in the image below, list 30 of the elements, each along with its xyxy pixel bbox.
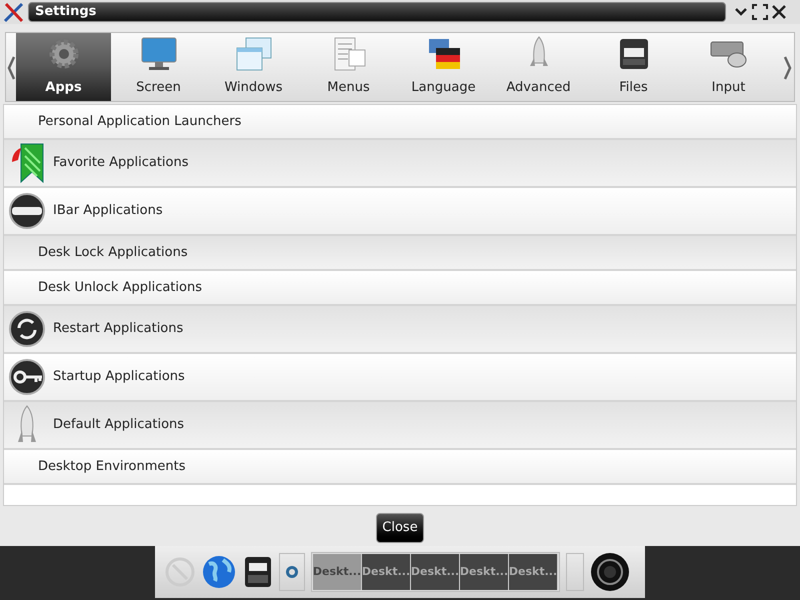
window-title: Settings	[28, 2, 726, 22]
list-item[interactable]: Restart Applications	[4, 306, 796, 354]
close-button[interactable]: Close	[376, 513, 424, 543]
tab[interactable]: Input	[681, 33, 776, 101]
list-item[interactable]: Default Applications	[4, 402, 796, 450]
desk-button[interactable]: Deskt...	[362, 554, 411, 590]
globe-icon[interactable]	[201, 554, 237, 590]
desk-button[interactable]: Deskt...	[411, 554, 460, 590]
tab[interactable]: Language	[396, 33, 491, 101]
tab[interactable]: Screen	[111, 33, 206, 101]
speaker-icon[interactable]	[590, 552, 630, 592]
tools-icon	[2, 1, 26, 23]
list-item[interactable]: Desk Lock Applications	[4, 236, 796, 271]
maximize-icon[interactable]	[752, 4, 768, 20]
tab[interactable]: Files	[586, 33, 681, 101]
tab[interactable]: Advanced	[491, 33, 586, 101]
windows-icon	[234, 36, 274, 72]
close-icon[interactable]	[772, 5, 786, 19]
tab[interactable]: Apps	[16, 33, 111, 101]
shelf-slot	[566, 553, 584, 591]
desk-button[interactable]: Deskt...	[460, 554, 509, 590]
key-icon	[7, 356, 47, 398]
monitor-icon	[138, 36, 178, 72]
restart-icon	[7, 308, 47, 350]
tab[interactable]: Menus	[301, 33, 396, 101]
file-cabinet-icon[interactable]	[243, 555, 273, 589]
ibar-icon	[7, 190, 47, 232]
list-item[interactable]: Favorite Applications	[4, 140, 796, 188]
tab[interactable]: Windows	[206, 33, 301, 101]
desk-button[interactable]: Deskt...	[509, 554, 558, 590]
